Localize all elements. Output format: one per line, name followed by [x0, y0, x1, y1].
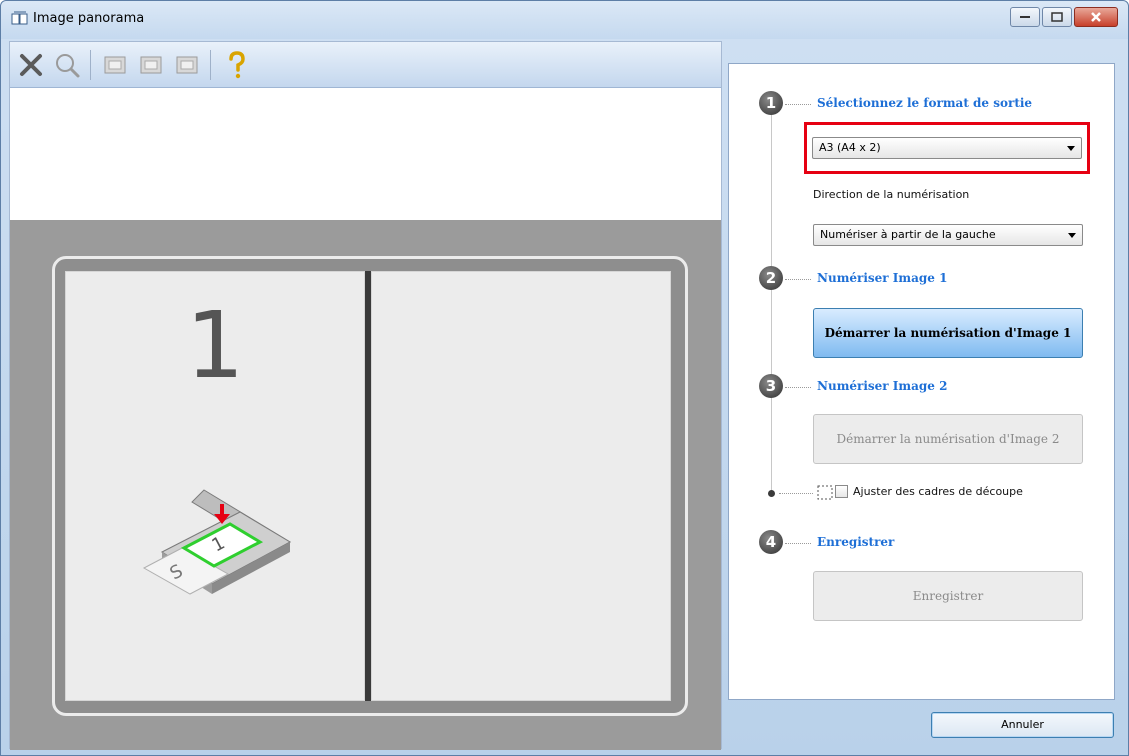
window-controls [1008, 7, 1118, 27]
cancel-button[interactable]: Annuler [931, 712, 1114, 738]
scan-direction-value: Numériser à partir de la gauche [820, 228, 996, 241]
step-dots [785, 104, 811, 105]
step-dots [785, 387, 811, 388]
save-button[interactable]: Enregistrer [813, 571, 1083, 621]
image-panel-1[interactable]: 1 S 1 [65, 271, 365, 701]
bullet-dot [768, 490, 775, 497]
close-button[interactable] [1074, 7, 1118, 27]
scan-button-2[interactable] [134, 48, 168, 82]
maximize-icon [1051, 12, 1063, 22]
window-title: Image panorama [33, 11, 145, 26]
start-scan-image-1-button[interactable]: Démarrer la numérisation d'Image 1 [813, 308, 1083, 358]
title-bar: Image panorama [1, 1, 1128, 39]
panel-number: 1 [185, 292, 245, 399]
step-1-badge: 1 [759, 91, 783, 115]
step-3-badge: 3 [759, 374, 783, 398]
scan-direction-select[interactable]: Numériser à partir de la gauche [813, 224, 1083, 246]
crop-frame-icon [817, 485, 833, 500]
step-dots [785, 543, 811, 544]
scanner-icon-3 [176, 56, 198, 74]
adjust-crop-frames-checkbox[interactable] [835, 485, 848, 498]
step-3-title: Numériser Image 2 [817, 379, 948, 393]
delete-button[interactable] [14, 48, 48, 82]
app-icon [11, 11, 29, 27]
adjust-crop-frames-label: Ajuster des cadres de découpe [853, 485, 1023, 498]
zoom-button[interactable] [50, 48, 84, 82]
toolbar-separator [90, 50, 91, 80]
output-format-value: A3 (A4 x 2) [819, 141, 881, 154]
scanner-icon [104, 56, 126, 74]
step-2-badge: 2 [759, 266, 783, 290]
scan-direction-label: Direction de la numérisation [813, 188, 970, 201]
step-1-title: Sélectionnez le format de sortie [817, 96, 1033, 110]
app-window: Image panorama 1 S 1 1 Sélectionnez le f… [0, 0, 1129, 756]
toolbar-separator [210, 50, 211, 80]
scan-button-3[interactable] [170, 48, 204, 82]
chevron-down-icon [1067, 146, 1075, 151]
preview-area: 1 S 1 [10, 220, 721, 750]
toolbar [10, 42, 721, 88]
thumbnail-area [10, 88, 721, 220]
chevron-down-icon [1068, 233, 1076, 238]
step-4-badge: 4 [759, 530, 783, 554]
help-icon [229, 51, 245, 79]
step-dots [779, 493, 813, 494]
help-button[interactable] [220, 48, 254, 82]
delete-icon [20, 54, 42, 76]
step-dots [785, 279, 811, 280]
scan-button-1[interactable] [98, 48, 132, 82]
minimize-button[interactable] [1010, 7, 1040, 27]
start-scan-image-2-button[interactable]: Démarrer la numérisation d'Image 2 [813, 414, 1083, 464]
scanner-illustration-icon: S 1 [142, 489, 292, 595]
step-4-title: Enregistrer [817, 535, 895, 549]
image-panel-2[interactable] [371, 271, 671, 701]
preview-pane: 1 S 1 [9, 41, 722, 750]
preview-frame: 1 S 1 [52, 256, 688, 716]
output-format-select[interactable]: A3 (A4 x 2) [812, 137, 1082, 159]
close-icon [1091, 12, 1101, 22]
step-2-title: Numériser Image 1 [817, 271, 948, 285]
step-connector-line [771, 112, 772, 492]
scanner-icon-2 [140, 56, 162, 74]
magnifier-icon [56, 54, 80, 78]
minimize-icon [1020, 16, 1030, 18]
maximize-button[interactable] [1042, 7, 1072, 27]
steps-panel: 1 Sélectionnez le format de sortie A3 (A… [728, 63, 1115, 700]
